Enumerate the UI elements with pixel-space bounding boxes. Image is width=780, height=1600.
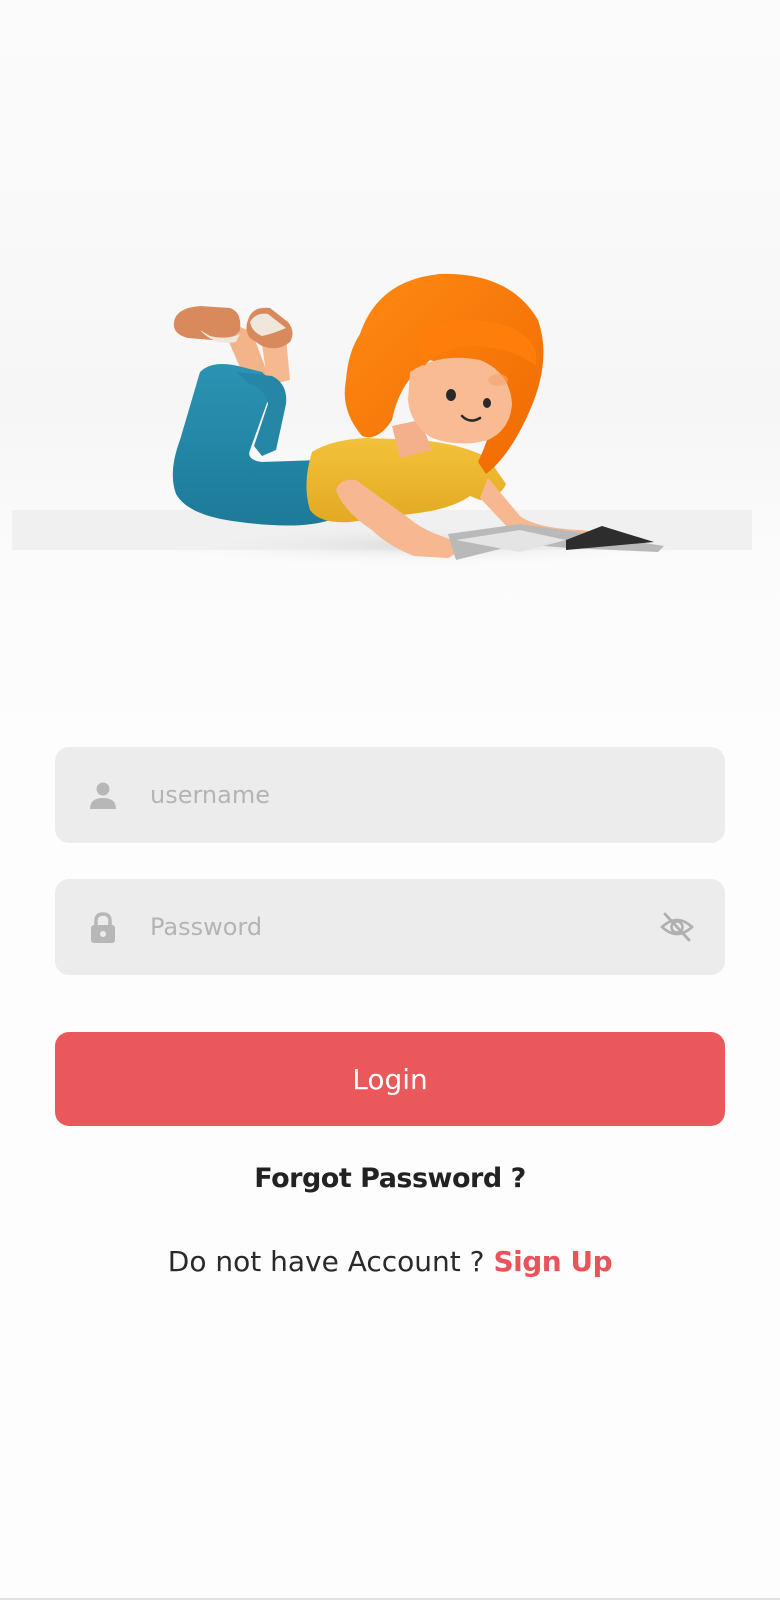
- ear: [488, 374, 508, 386]
- face: [408, 357, 512, 444]
- signup-row: Do not have Account ? Sign Up: [0, 1245, 780, 1278]
- eye-left: [446, 389, 456, 401]
- hero-illustration-area: [0, 0, 780, 740]
- forgot-password-link[interactable]: Forgot Password ?: [254, 1163, 526, 1194]
- lock-icon: [89, 912, 117, 943]
- login-button[interactable]: Login: [55, 1032, 725, 1126]
- eye-right: [483, 398, 491, 408]
- username-input[interactable]: [150, 747, 620, 843]
- password-input[interactable]: [150, 879, 620, 975]
- password-field[interactable]: [55, 879, 725, 975]
- signup-link[interactable]: Sign Up: [493, 1245, 612, 1278]
- username-field[interactable]: [55, 747, 725, 843]
- forgot-password-row: Forgot Password ?: [0, 1163, 780, 1194]
- eye-off-icon[interactable]: [659, 909, 695, 945]
- no-account-text: Do not have Account ?: [167, 1245, 494, 1278]
- person-icon: [89, 780, 117, 810]
- girl-reading-book-illustration: [12, 273, 752, 567]
- jeans: [172, 364, 330, 526]
